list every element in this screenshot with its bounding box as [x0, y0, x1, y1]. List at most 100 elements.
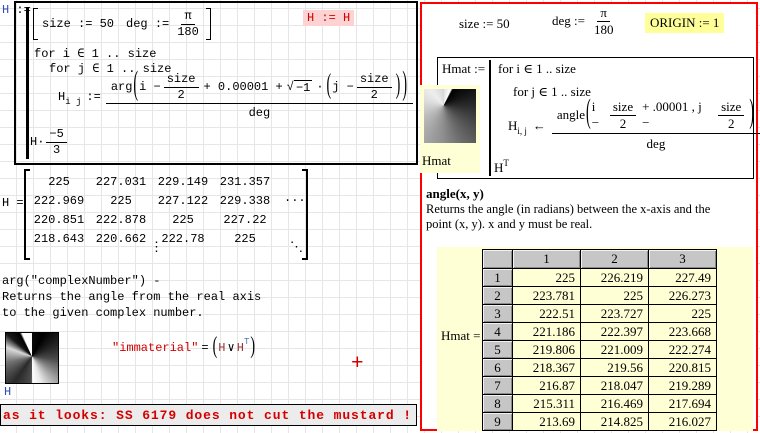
- return-line[interactable]: H· −5 3: [30, 128, 67, 156]
- deg-definition-lhs: deg :=: [126, 17, 169, 31]
- close-paren: ): [401, 70, 408, 104]
- row-header: 9: [483, 413, 513, 431]
- hmat-output-table[interactable]: 1 2 3 1 225226.219227.49 2 223.781225226…: [482, 249, 717, 431]
- row-header: 7: [483, 377, 513, 395]
- table-row: 1 225226.219227.49: [483, 269, 717, 287]
- angle-doc-text: Returns the angle (in radians) between t…: [426, 202, 710, 232]
- col-header: 2: [581, 250, 649, 269]
- deg-definition[interactable]: deg := π 180: [552, 6, 616, 36]
- hmat-table-lhs: Hmat =: [441, 328, 480, 344]
- table-row: 9 213.69214.825216.027: [483, 413, 717, 431]
- col-header: 3: [649, 250, 717, 269]
- angle-function: angle: [557, 107, 585, 123]
- size-over-2: size 2: [357, 73, 392, 101]
- col-header: 1: [513, 250, 581, 269]
- h-picture[interactable]: [5, 332, 59, 384]
- matrix-lhs[interactable]: H =: [2, 196, 24, 210]
- deg-denominator: deg: [249, 104, 271, 120]
- table-row: 7 216.87218.047219.289: [483, 377, 717, 395]
- close-paren: ): [249, 336, 256, 360]
- row-header: 1: [483, 269, 513, 287]
- open-paren: (: [585, 98, 592, 132]
- h-subscript: i, j: [517, 126, 527, 136]
- return-transpose: HT: [494, 160, 509, 176]
- matrix-values[interactable]: 225227.031229.149231.357 222.969225227.1…: [28, 172, 276, 248]
- corner-cell: [483, 250, 513, 269]
- hmat-lhs: Hmat :=: [442, 61, 485, 77]
- hmat-picture[interactable]: [424, 89, 476, 143]
- deg-denominator: deg: [647, 134, 666, 152]
- deg-fraction: π 180: [174, 10, 202, 38]
- for-i-line[interactable]: for i ∈ 1 .. size: [34, 46, 156, 61]
- row-header: 3: [483, 305, 513, 323]
- table-row: 6 218.367219.56220.815: [483, 359, 717, 377]
- angle-doc-title: angle(x, y): [426, 186, 484, 202]
- matrix-diag-ellipsis: ⋱: [290, 240, 303, 255]
- table-header-row: 1 2 3: [483, 250, 717, 269]
- size-over-2: size 2: [610, 100, 636, 130]
- open-paren: (: [212, 336, 219, 360]
- row-header: 5: [483, 341, 513, 359]
- immaterial-string: "immaterial": [112, 341, 198, 355]
- h-base: H: [58, 90, 65, 104]
- numerator: arg ( i − size 2 + 0.00001 + √ −1 · ( j …: [106, 73, 413, 104]
- immaterial-expression[interactable]: "immaterial" = ( H ∨ H T ): [112, 340, 256, 355]
- crosshair-cursor[interactable]: +: [351, 353, 364, 376]
- hmat-picture-label: Hmat: [422, 153, 451, 169]
- pi-symbol: π: [597, 6, 610, 22]
- row-header: 6: [483, 359, 513, 377]
- size-over-2: size 2: [718, 100, 744, 130]
- open-paren: (: [132, 70, 139, 104]
- open-paren: (: [326, 73, 333, 101]
- h-ij-assignment[interactable]: H i j := arg ( i − size 2 + 0.00001 + √ …: [58, 73, 413, 120]
- h-base: H: [508, 118, 517, 134]
- minus-five-thirds: −5 3: [46, 128, 66, 156]
- numerator: angle ( i − size 2 + .00001 , j − size 2…: [552, 99, 760, 134]
- multiply-dot: ·: [316, 80, 323, 94]
- arg-fraction: arg ( i − size 2 + 0.00001 + √ −1 · ( j …: [106, 73, 413, 120]
- table-row: 8 215.311216.469217.694: [483, 395, 717, 413]
- program-bar: [489, 60, 491, 176]
- size-over-2: size 2: [164, 73, 199, 101]
- pi-over-180: π 180: [591, 6, 617, 36]
- row-header: 8: [483, 395, 513, 413]
- close-paren: ): [748, 98, 755, 132]
- size-definition[interactable]: size := 50: [459, 16, 510, 32]
- pi-symbol: π: [181, 10, 194, 25]
- matrix-row: 225227.031229.149231.357: [28, 172, 276, 191]
- local-assign-arrow: ←: [533, 118, 546, 134]
- origin-definition[interactable]: ORIGIN := 1: [645, 13, 724, 33]
- table-row: 5 219.806221.009222.274: [483, 341, 717, 359]
- angle-fraction: angle ( i − size 2 + .00001 , j − size 2…: [552, 99, 760, 152]
- matrix-col-ellipsis: ...: [284, 191, 306, 205]
- vee-operator: ∨: [228, 340, 235, 355]
- h-subscript: i j: [65, 97, 81, 107]
- size-definition: size := 50: [42, 17, 114, 31]
- for-j-line: for j ∈ 1 .. size: [513, 84, 591, 100]
- h-reassign-note[interactable]: H := H: [303, 10, 354, 26]
- open-bracket: [33, 8, 38, 40]
- program-bar: [26, 7, 29, 159]
- close-paren: ): [395, 73, 402, 101]
- assign-op: :=: [86, 90, 100, 104]
- arg-function: arg: [111, 80, 133, 94]
- transpose-superscript: T: [503, 158, 509, 168]
- row-header: 2: [483, 287, 513, 305]
- hmat-ij-assignment: H i, j ← angle ( i − size 2 + .00001 , j…: [508, 99, 760, 152]
- h-picture-label: H: [4, 385, 11, 399]
- close-bracket: [206, 8, 211, 40]
- arg-description-text[interactable]: arg("complexNumber") - Returns the angle…: [2, 273, 261, 321]
- table-row: 4 221.186222.397223.668: [483, 323, 717, 341]
- matrix-row: 220.851222.878225227.22: [28, 210, 276, 229]
- matrix-row: 222.969225227.122229.338: [28, 191, 276, 210]
- radical-sign: √: [287, 80, 294, 94]
- alert-text-region[interactable]: as it looks: SS 6179 does not cut the mu…: [0, 404, 417, 426]
- matrix-row-ellipsis: ⋮: [150, 240, 163, 255]
- row-header: 4: [483, 323, 513, 341]
- sqrt-expression: √ −1: [287, 80, 313, 95]
- for-i-line: for i ∈ 1 .. size: [498, 61, 576, 77]
- mathcad-workspace: H := size := 50 deg := π 180 H := H for …: [0, 0, 760, 433]
- init-line[interactable]: size := 50 deg := π 180: [33, 8, 211, 40]
- table-row: 3 222.51223.727225: [483, 305, 717, 323]
- table-row: 2 223.781225226.273: [483, 287, 717, 305]
